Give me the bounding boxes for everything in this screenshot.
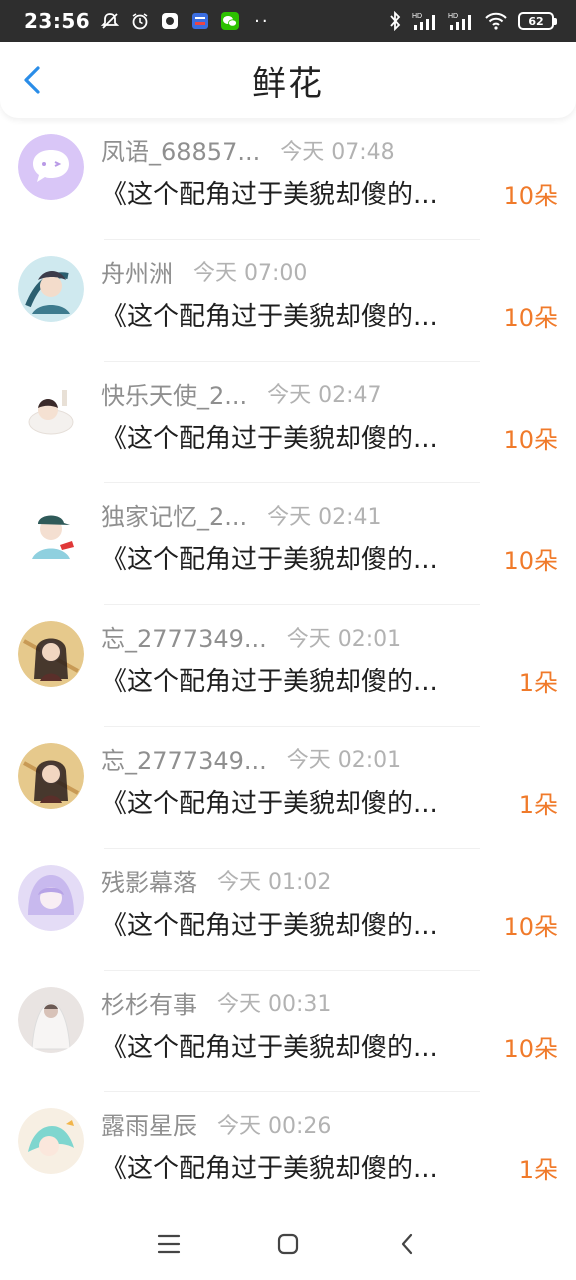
chat-bubble-avatar[interactable] [18,134,84,200]
row-meta: 忘_2777349... 今天 02:01 [101,619,401,654]
back-button[interactable] [16,64,48,96]
timestamp: 今天 02:47 [267,383,382,409]
row-meta: 忘_2777349... 今天 02:01 [101,741,401,776]
list-item[interactable]: 忘_2777349... 今天 02:01 《这个配角过于美貌却傻的... 1朵 [0,605,576,727]
chevron-left-icon [24,66,40,94]
user-name[interactable]: 凤语_68857... [101,132,260,167]
user-name[interactable]: 杉杉有事 [101,985,197,1020]
timestamp: 今天 00:26 [217,1113,332,1139]
book-title[interactable]: 《这个配角过于美貌却傻的... [101,1027,497,1064]
book-title[interactable]: 《这个配角过于美貌却傻的... [101,905,497,942]
wechat-icon [220,11,240,31]
user-name[interactable]: 快乐天使_2... [101,376,247,411]
list-item[interactable]: 忘_2777349... 今天 02:01 《这个配角过于美貌却傻的... 1朵 [0,727,576,849]
flower-count: 10朵 [503,303,558,332]
list-item[interactable]: 独家记忆_2... 今天 02:41 《这个配角过于美貌却傻的... 10朵 [0,483,576,605]
signal-icon: HD [412,11,438,31]
cap-girl-avatar[interactable] [18,499,84,566]
ancient-avatar[interactable] [18,742,84,809]
purple-hair-avatar[interactable] [18,864,84,931]
row-meta: 快乐天使_2... 今天 02:47 [101,376,382,411]
user-name[interactable]: 忘_2777349... [101,741,267,776]
row-meta: 杉杉有事 今天 00:31 [101,985,331,1020]
timestamp: 今天 07:00 [193,261,308,287]
bluetooth-icon [388,11,402,31]
user-name[interactable]: 独家记忆_2... [101,497,247,532]
home-icon [277,1233,299,1255]
status-right: HD HD 62 [388,11,557,31]
user-name[interactable]: 忘_2777349... [101,619,267,654]
flower-count: 10朵 [503,425,558,454]
status-bar: 23:56 ·· HD HD 62 [0,0,576,42]
back-icon [401,1233,412,1255]
wifi-icon [484,11,508,31]
menu-icon [158,1234,181,1254]
list-item[interactable]: 露雨星辰 今天 00:26 《这个配角过于美貌却傻的... 1朵 [0,1092,576,1214]
flower-count: 10朵 [503,547,558,576]
more-dots: ·· [254,10,270,32]
mute-icon [100,11,120,31]
row-meta: 独家记忆_2... 今天 02:41 [101,497,382,532]
anime-avatar[interactable] [18,255,84,322]
timestamp: 今天 01:02 [217,870,332,896]
timestamp: 今天 02:41 [267,504,382,530]
system-nav-bar [0,1208,576,1280]
back-nav-button[interactable] [387,1224,427,1264]
book-title[interactable]: 《这个配角过于美貌却傻的... [101,174,497,211]
timestamp: 今天 02:01 [286,626,402,652]
book-title[interactable]: 《这个配角过于美貌却傻的... [101,661,497,698]
app2-icon [190,11,210,31]
flower-count: 1朵 [518,790,558,819]
cyan-avatar[interactable] [18,1108,84,1175]
chibi-avatar[interactable] [18,377,84,444]
list-item[interactable]: 残影幕落 今天 01:02 《这个配角过于美貌却傻的... 10朵 [0,849,576,971]
flower-count: 10朵 [503,182,558,210]
status-time: 23:56 [24,9,91,33]
ancient-avatar[interactable] [18,621,84,688]
home-button[interactable] [268,1224,308,1264]
svg-text:HD: HD [412,13,422,20]
battery-indicator: 62 [518,12,557,30]
user-name[interactable]: 残影幕落 [101,863,197,898]
row-meta: 舟州洲 今天 07:00 [101,254,307,289]
row-meta: 露雨星辰 今天 00:26 [101,1106,331,1141]
signal2-icon: HD [448,11,474,31]
timestamp: 今天 02:01 [286,748,402,774]
book-title[interactable]: 《这个配角过于美貌却傻的... [101,1148,497,1185]
row-meta: 凤语_68857... 今天 07:48 [101,132,395,167]
row-meta: 残影幕落 今天 01:02 [101,863,331,898]
user-name[interactable]: 露雨星辰 [101,1106,197,1141]
list-item[interactable]: 快乐天使_2... 今天 02:47 《这个配角过于美貌却傻的... 10朵 [0,362,576,484]
flower-count: 10朵 [503,1034,558,1063]
flower-count: 1朵 [518,1156,558,1185]
timestamp: 今天 07:48 [280,139,395,165]
svg-text:HD: HD [448,13,458,20]
page-title: 鲜花 [252,63,324,104]
app-icon [160,11,180,31]
flower-count: 1朵 [518,669,558,698]
flower-list: 凤语_68857... 今天 07:48 《这个配角过于美貌却傻的... 10朵… [0,118,576,1214]
flower-count: 10朵 [503,912,558,941]
veil-avatar[interactable] [18,986,84,1053]
list-item[interactable]: 杉杉有事 今天 00:31 《这个配角过于美貌却傻的... 10朵 [0,971,576,1093]
book-title[interactable]: 《这个配角过于美貌却傻的... [101,296,497,333]
menu-button[interactable] [149,1224,189,1264]
status-left: 23:56 ·· [24,9,270,33]
user-name[interactable]: 舟州洲 [101,254,173,289]
book-title[interactable]: 《这个配角过于美貌却傻的... [101,539,497,576]
alarm-icon [130,11,150,31]
timestamp: 今天 00:31 [217,992,332,1018]
list-item[interactable]: 凤语_68857... 今天 07:48 《这个配角过于美貌却傻的... 10朵 [0,118,576,240]
header: 鲜花 [0,42,576,118]
book-title[interactable]: 《这个配角过于美貌却傻的... [101,783,497,820]
book-title[interactable]: 《这个配角过于美貌却傻的... [101,418,497,455]
list-item[interactable]: 舟州洲 今天 07:00 《这个配角过于美貌却傻的... 10朵 [0,240,576,362]
